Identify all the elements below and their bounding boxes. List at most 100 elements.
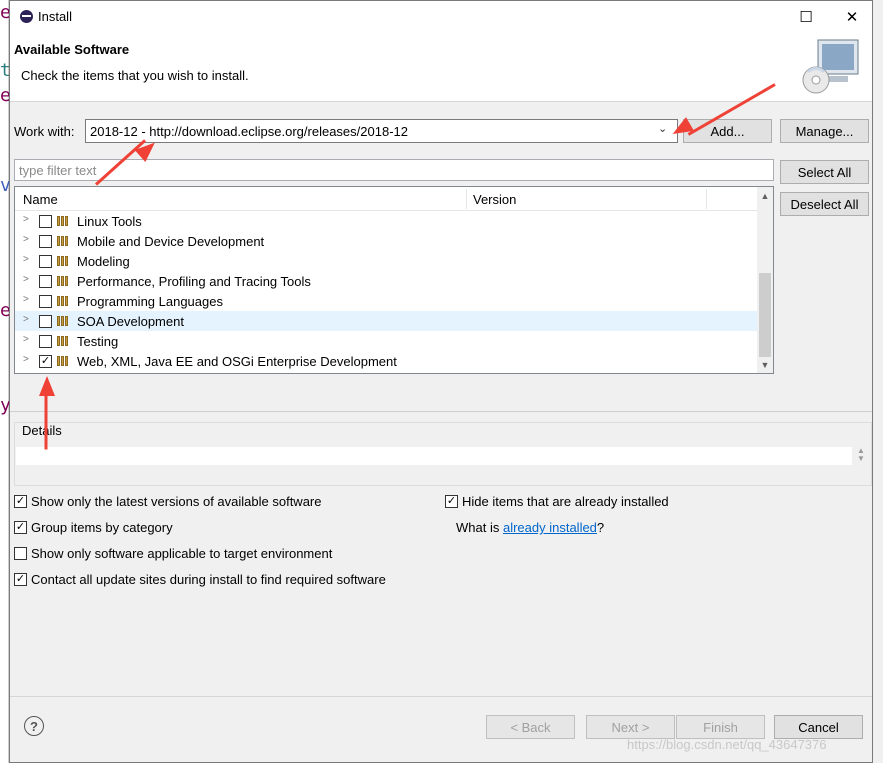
filter-input[interactable]: type filter text bbox=[14, 159, 774, 181]
option-label: Contact all update sites during install … bbox=[31, 571, 386, 587]
row-label: Programming Languages bbox=[77, 294, 223, 309]
annotation-arrow bbox=[44, 387, 48, 450]
package-icon bbox=[57, 356, 71, 366]
maximize-icon: ☐ bbox=[799, 8, 813, 26]
row-label: Linux Tools bbox=[77, 214, 142, 229]
column-name[interactable]: Name bbox=[23, 192, 58, 207]
checkbox-checked[interactable]: ✓ bbox=[14, 520, 27, 534]
row-label: Performance, Profiling and Tracing Tools bbox=[77, 274, 311, 289]
package-icon bbox=[57, 316, 71, 326]
software-tree: Name Version > Linux Tools > Mobile and … bbox=[14, 186, 774, 374]
package-icon bbox=[57, 216, 71, 226]
checkbox-unchecked[interactable] bbox=[14, 546, 27, 560]
already-installed-link[interactable]: already installed bbox=[503, 520, 597, 535]
close-icon: ✕ bbox=[845, 8, 859, 26]
target-env-option[interactable]: Show only software applicable to target … bbox=[14, 544, 332, 562]
scroll-down-icon[interactable]: ▼ bbox=[757, 360, 773, 370]
group-by-category-option[interactable]: ✓ Group items by category bbox=[14, 518, 173, 536]
package-icon bbox=[57, 236, 71, 246]
hide-installed-option[interactable]: ✓ Hide items that are already installed bbox=[445, 492, 669, 510]
latest-versions-option[interactable]: ✓ Show only the latest versions of avail… bbox=[14, 492, 322, 510]
tree-row[interactable]: > Programming Languages bbox=[15, 291, 757, 311]
chevron-right-icon[interactable]: > bbox=[23, 334, 29, 345]
scroll-up-icon[interactable]: ▲ bbox=[757, 191, 773, 201]
chevron-right-icon[interactable]: > bbox=[23, 234, 29, 245]
tree-row[interactable]: > Performance, Profiling and Tracing Too… bbox=[15, 271, 757, 291]
row-checkbox[interactable] bbox=[39, 255, 52, 268]
background-window-left: e t e v e y bbox=[0, 0, 11, 763]
row-checkbox[interactable] bbox=[39, 235, 52, 248]
chevron-right-icon[interactable]: > bbox=[23, 254, 29, 265]
option-label: Show only software applicable to target … bbox=[31, 545, 333, 561]
contact-sites-option[interactable]: ✓ Contact all update sites during instal… bbox=[14, 570, 386, 588]
details-label: Details bbox=[20, 423, 64, 438]
footer-divider bbox=[10, 696, 872, 697]
annotation-arrowhead bbox=[39, 376, 55, 396]
row-checkbox[interactable] bbox=[39, 315, 52, 328]
row-checkbox[interactable] bbox=[39, 335, 52, 348]
window-title: Install bbox=[38, 9, 72, 24]
checkbox-checked[interactable]: ✓ bbox=[14, 572, 27, 586]
install-dialog: Install ☐ ✕ Available Software Check the… bbox=[9, 0, 873, 763]
work-with-value: 2018-12 - http://download.eclipse.org/re… bbox=[90, 123, 408, 139]
deselect-all-button[interactable]: Deselect All bbox=[780, 192, 869, 216]
work-with-label: Work with: bbox=[14, 124, 75, 139]
page-description: Check the items that you wish to install… bbox=[21, 68, 249, 83]
details-text bbox=[16, 447, 852, 465]
checkbox-checked[interactable]: ✓ bbox=[14, 494, 27, 508]
tree-row[interactable]: > Linux Tools bbox=[15, 211, 757, 231]
column-divider bbox=[706, 189, 707, 209]
row-label: Testing bbox=[77, 334, 119, 349]
package-icon bbox=[57, 336, 71, 346]
row-checkbox[interactable] bbox=[39, 275, 52, 288]
package-icon bbox=[57, 276, 71, 286]
row-label: Mobile and Device Development bbox=[77, 234, 265, 249]
help-icon[interactable]: ? bbox=[24, 716, 44, 736]
tree-header: Name Version bbox=[15, 187, 757, 211]
column-divider bbox=[466, 189, 467, 209]
row-checkbox-checked[interactable]: ✓ bbox=[39, 355, 52, 368]
close-button[interactable]: ✕ bbox=[829, 1, 875, 32]
chevron-right-icon[interactable]: > bbox=[23, 294, 29, 305]
chevron-right-icon[interactable]: > bbox=[23, 314, 29, 325]
title-bar: Install ☐ ✕ bbox=[10, 1, 872, 32]
chevron-right-icon[interactable]: > bbox=[23, 274, 29, 285]
details-scroll-icon[interactable]: ▲ ▼ bbox=[854, 447, 868, 465]
wizard-header: Available Software Check the items that … bbox=[10, 32, 872, 102]
row-checkbox[interactable] bbox=[39, 215, 52, 228]
watermark: https://blog.csdn.net/qq_43647376 bbox=[627, 737, 827, 752]
pane-divider[interactable] bbox=[10, 411, 872, 412]
row-label: SOA Development bbox=[77, 314, 184, 329]
back-button[interactable]: < Back bbox=[486, 715, 575, 739]
tree-row[interactable]: > Modeling bbox=[15, 251, 757, 271]
option-label: Show only the latest versions of availab… bbox=[31, 493, 322, 509]
work-with-combo[interactable]: 2018-12 - http://download.eclipse.org/re… bbox=[85, 119, 678, 143]
row-checkbox[interactable] bbox=[39, 295, 52, 308]
next-button[interactable]: Next > bbox=[586, 715, 675, 739]
package-icon bbox=[57, 296, 71, 306]
tree-row[interactable]: > Testing bbox=[15, 331, 757, 351]
install-wizard-icon bbox=[802, 39, 859, 94]
filter-placeholder: type filter text bbox=[19, 162, 97, 178]
row-label: Web, XML, Java EE and OSGi Enterprise De… bbox=[77, 354, 397, 369]
tree-row[interactable]: > Mobile and Device Development bbox=[15, 231, 757, 251]
maximize-button[interactable]: ☐ bbox=[783, 1, 829, 32]
column-version[interactable]: Version bbox=[473, 192, 516, 207]
row-label: Modeling bbox=[77, 254, 130, 269]
chevron-right-icon[interactable]: > bbox=[23, 214, 29, 225]
scrollbar-thumb[interactable] bbox=[759, 273, 771, 357]
chevron-right-icon[interactable]: > bbox=[23, 354, 29, 365]
what-is-suffix: ? bbox=[596, 520, 605, 535]
manage-button[interactable]: Manage... bbox=[780, 119, 869, 143]
chevron-down-icon[interactable]: ⌄ bbox=[658, 122, 667, 135]
tree-row[interactable]: > ✓ Web, XML, Java EE and OSGi Enterpris… bbox=[15, 351, 757, 371]
cancel-button[interactable]: Cancel bbox=[774, 715, 863, 739]
select-all-button[interactable]: Select All bbox=[780, 160, 869, 184]
what-is-installed: What is already installed? bbox=[456, 520, 604, 535]
what-is-prefix: What is bbox=[456, 520, 503, 535]
finish-button[interactable]: Finish bbox=[676, 715, 765, 739]
eclipse-icon bbox=[20, 10, 33, 23]
tree-row[interactable]: > SOA Development bbox=[15, 311, 757, 331]
page-title: Available Software bbox=[14, 42, 130, 57]
checkbox-checked[interactable]: ✓ bbox=[445, 494, 458, 508]
